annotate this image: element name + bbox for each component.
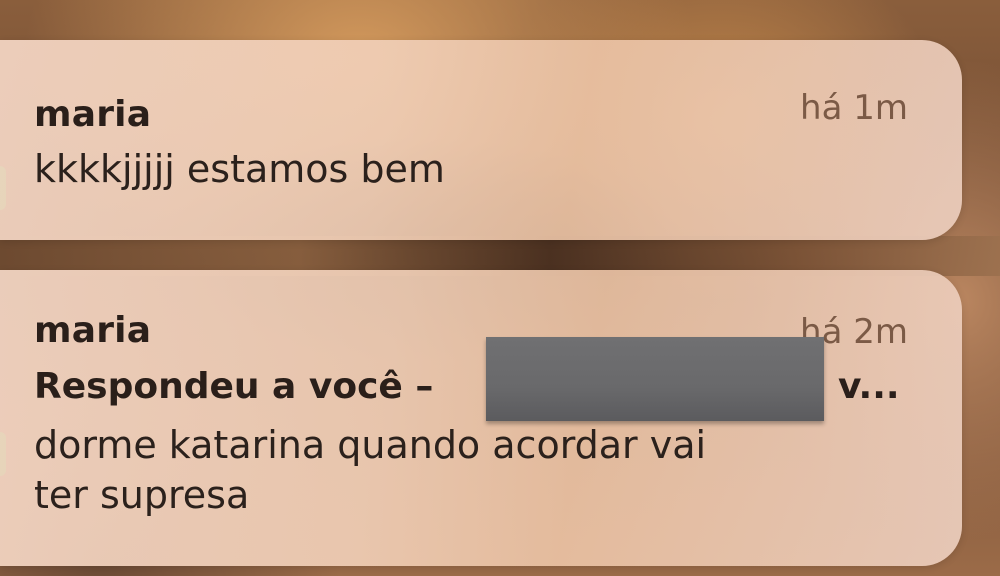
redaction-box <box>486 337 824 421</box>
reply-context: Respondeu a você – <box>34 366 434 407</box>
notification-sender: maria <box>34 94 152 135</box>
message-line: dorme katarina quando acordar vai <box>34 423 707 467</box>
reply-context-truncated: v... <box>838 366 900 407</box>
notification-message: kkkkjjjjj estamos bem <box>34 147 445 191</box>
notification-message: dorme katarina quando acordar vai ter su… <box>34 420 706 520</box>
notification-time: há 1m <box>800 88 908 128</box>
notification-card[interactable]: maria há 1m kkkkjjjjj estamos bem <box>0 40 962 240</box>
notification-sender: maria <box>34 310 152 351</box>
message-line: ter supresa <box>34 473 250 517</box>
